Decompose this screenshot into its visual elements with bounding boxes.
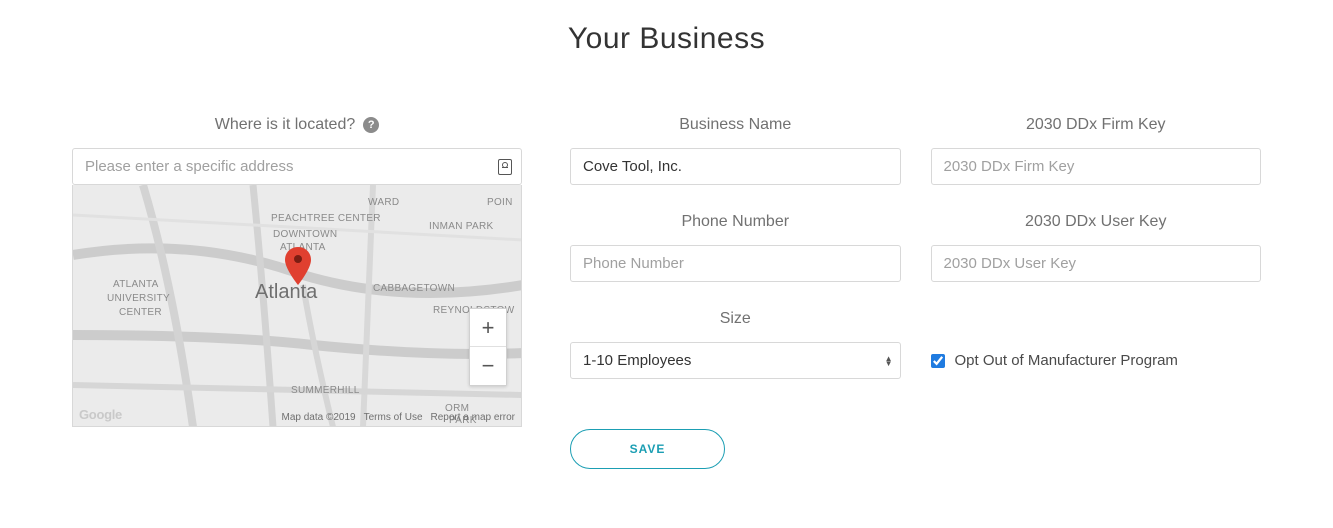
map-neighborhood-label: DOWNTOWN xyxy=(273,229,337,240)
map-report-link[interactable]: Report a map error xyxy=(431,412,515,423)
size-select[interactable]: 1-10 Employees xyxy=(570,342,901,379)
map-neighborhood-label: POIN xyxy=(487,197,513,208)
map-neighborhood-label: UNIVERSITY xyxy=(107,293,170,304)
user-key-label: 2030 DDx User Key xyxy=(931,213,1262,231)
zoom-out-button[interactable]: − xyxy=(470,347,506,385)
map-zoom-control: + − xyxy=(469,308,507,386)
map-brand: Google xyxy=(79,407,122,422)
business-name-label: Business Name xyxy=(570,116,901,134)
map-pin-icon xyxy=(285,247,311,285)
save-button[interactable]: SAVE xyxy=(570,429,725,469)
opt-out-checkbox[interactable] xyxy=(931,354,945,368)
map-footer: Map data ©2019 Terms of Use Report a map… xyxy=(282,412,515,423)
map-neighborhood-label: INMAN PARK xyxy=(429,221,494,232)
size-label: Size xyxy=(570,310,901,328)
help-icon[interactable]: ? xyxy=(363,117,379,133)
firm-key-label: 2030 DDx Firm Key xyxy=(931,116,1262,134)
map-neighborhood-label: CABBAGETOWN xyxy=(373,283,455,294)
location-column: Where is it located? ? WARD POIN PEACHTREE… xyxy=(72,116,522,469)
map-attribution: Map data ©2019 xyxy=(282,412,356,423)
location-label: Where is it located? ? xyxy=(72,116,522,134)
location-label-text: Where is it located? xyxy=(215,116,356,134)
business-name-input[interactable] xyxy=(570,148,901,185)
phone-input[interactable] xyxy=(570,245,901,282)
map-neighborhood-label: PEACHTREE CENTER xyxy=(271,213,381,224)
firm-key-input[interactable] xyxy=(931,148,1262,185)
phone-label: Phone Number xyxy=(570,213,901,231)
address-input[interactable] xyxy=(72,148,522,185)
map-neighborhood-label: CENTER xyxy=(119,307,162,318)
map-neighborhood-label: ATLANTA xyxy=(113,279,159,290)
zoom-in-button[interactable]: + xyxy=(470,309,506,347)
opt-out-label[interactable]: Opt Out of Manufacturer Program xyxy=(955,352,1178,369)
user-key-input[interactable] xyxy=(931,245,1262,282)
map-neighborhood-label: WARD xyxy=(368,197,399,208)
contacts-icon[interactable] xyxy=(498,159,512,175)
page-title: Your Business xyxy=(0,0,1333,56)
map-neighborhood-label: SUMMERHILL xyxy=(291,385,360,396)
map[interactable]: WARD POIN PEACHTREE CENTER DOWNTOWN ATLANTA I… xyxy=(72,185,522,427)
map-terms-link[interactable]: Terms of Use xyxy=(364,412,423,423)
